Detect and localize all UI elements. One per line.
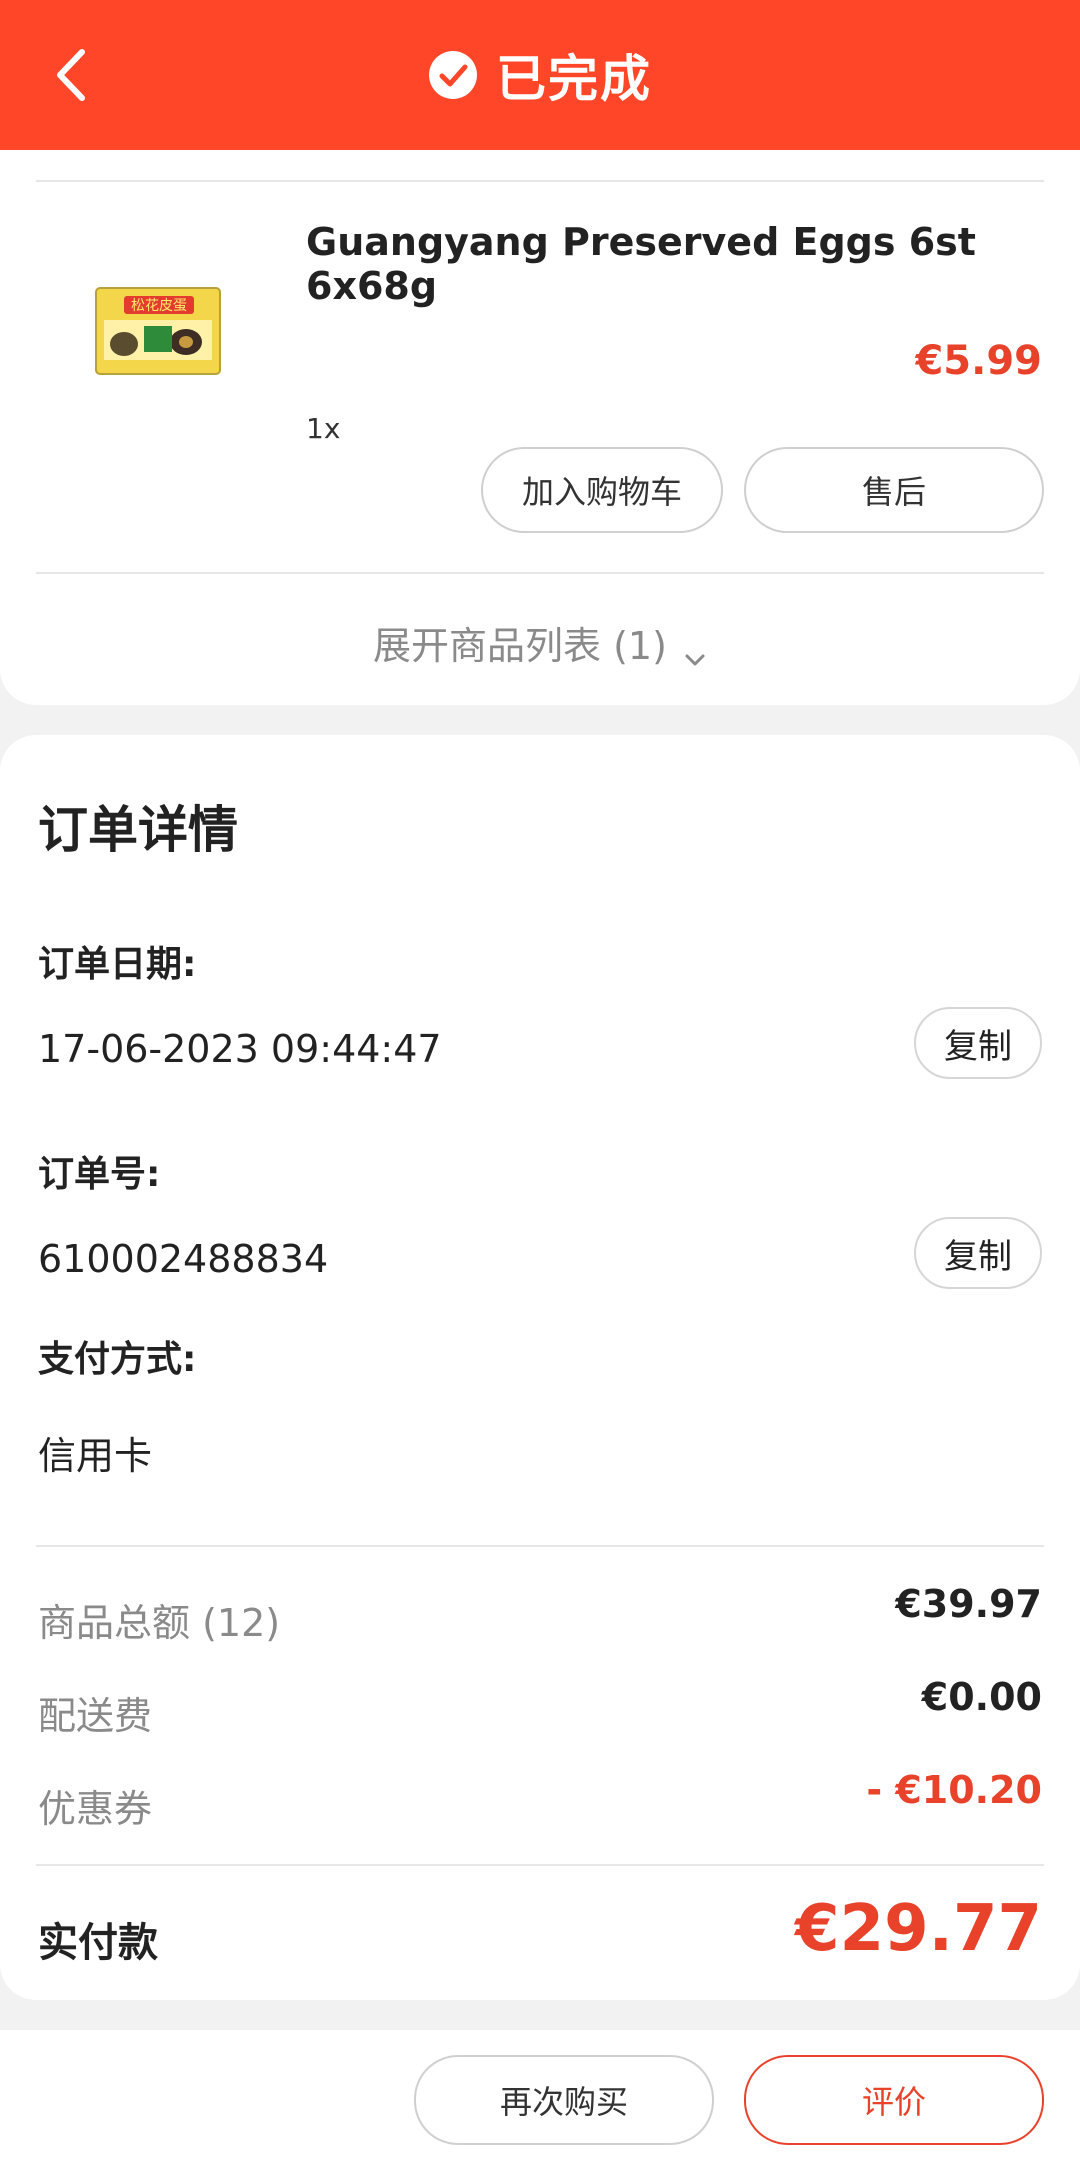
copy-order-number-button[interactable]: 复制 (914, 1217, 1042, 1289)
product-card: 松花皮蛋 Guangyang Preserved Eggs 6st 6x68g … (0, 150, 1080, 705)
product-quantity: 1x (306, 412, 341, 445)
order-number-value: 610002488834 (38, 1237, 329, 1281)
payment-method-value: 信用卡 (38, 1434, 153, 1478)
divider (36, 180, 1044, 182)
items-total-value: €39.97 (895, 1582, 1042, 1626)
shipping-value: €0.00 (921, 1675, 1042, 1719)
items-total-label: 商品总额 (12) (38, 1601, 281, 1645)
coupon-label: 优惠券 (38, 1787, 153, 1831)
product-image[interactable]: 松花皮蛋 (94, 286, 222, 376)
section-title: 订单详情 (38, 801, 238, 859)
after-sales-button[interactable]: 售后 (744, 447, 1044, 533)
copy-date-button[interactable]: 复制 (914, 1007, 1042, 1079)
svg-text:松花皮蛋: 松花皮蛋 (131, 298, 187, 314)
payment-method-label: 支付方式: (38, 1339, 197, 1380)
order-date-value: 17-06-2023 09:44:47 (38, 1027, 442, 1071)
chevron-down-icon (683, 637, 707, 665)
check-circle-icon (428, 50, 478, 100)
review-button[interactable]: 评价 (744, 2055, 1044, 2145)
expand-label: 展开商品列表 (1) (372, 624, 667, 668)
divider (36, 572, 1044, 574)
top-bar: 已完成 (0, 0, 1080, 150)
shipping-label: 配送费 (38, 1694, 153, 1738)
add-to-cart-button[interactable]: 加入购物车 (481, 447, 723, 533)
page-title-wrap: 已完成 (0, 0, 1080, 150)
order-number-label: 订单号: (38, 1154, 161, 1195)
coupon-value: - €10.20 (866, 1768, 1042, 1812)
buy-again-button[interactable]: 再次购买 (414, 2055, 714, 2145)
paid-amount-label: 实付款 (38, 1920, 158, 1966)
page-title: 已完成 (496, 50, 652, 108)
divider (36, 1545, 1044, 1547)
expand-product-list[interactable]: 展开商品列表 (1) (0, 615, 1080, 670)
product-price: €5.99 (915, 338, 1042, 384)
paid-amount-value: €29.77 (795, 1892, 1042, 1966)
divider (36, 1864, 1044, 1866)
product-name[interactable]: Guangyang Preserved Eggs 6st 6x68g (306, 220, 1046, 308)
order-date-label: 订单日期: (38, 944, 197, 985)
